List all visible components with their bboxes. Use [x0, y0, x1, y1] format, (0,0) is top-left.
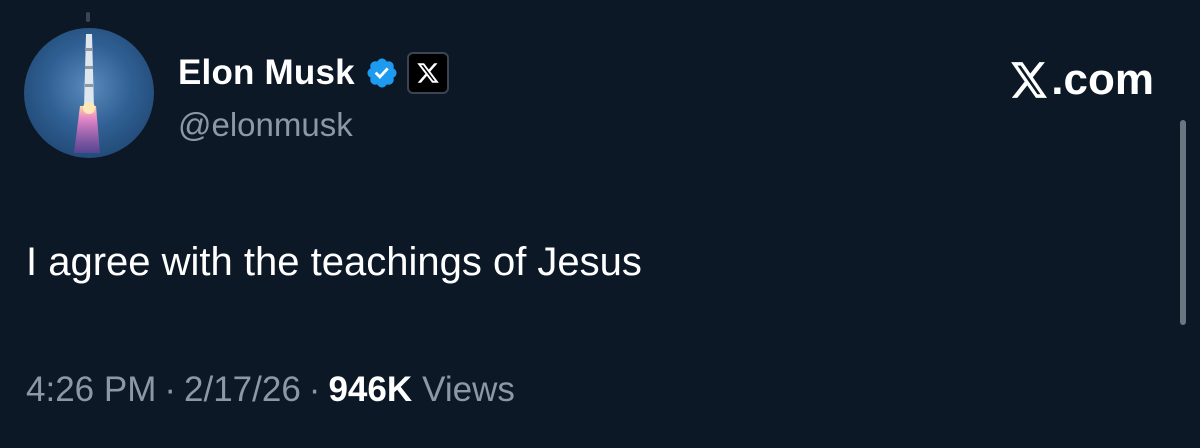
views-count: 946K — [328, 370, 413, 409]
thread-line-stub — [86, 12, 90, 22]
x-logo-icon[interactable] — [406, 52, 449, 94]
rocket-launch-avatar-icon — [74, 34, 100, 153]
verified-badge-icon — [365, 56, 399, 90]
name-row: Elon Musk — [178, 50, 449, 96]
site-domain-label: .com — [1051, 55, 1154, 104]
tweet-text: I agree with the teachings of Jesus — [26, 240, 642, 284]
display-name[interactable]: Elon Musk — [178, 53, 355, 93]
meta-separator: · — [164, 370, 177, 409]
user-handle[interactable]: @elonmusk — [178, 106, 353, 144]
x-logo-icon — [1009, 58, 1049, 102]
tweet-meta: 4:26 PM · 2/17/26 · 946K Views — [26, 370, 515, 410]
views-label: Views — [422, 370, 515, 409]
tweet-date[interactable]: 2/17/26 — [184, 370, 301, 410]
scrollbar[interactable] — [1180, 120, 1186, 325]
site-watermark: .com — [1009, 50, 1154, 110]
avatar[interactable] — [24, 28, 154, 158]
tweet-card: Elon Musk @elonmusk .com I agree with th… — [0, 0, 1200, 448]
meta-separator: · — [308, 370, 321, 409]
tweet-time[interactable]: 4:26 PM — [26, 370, 156, 410]
